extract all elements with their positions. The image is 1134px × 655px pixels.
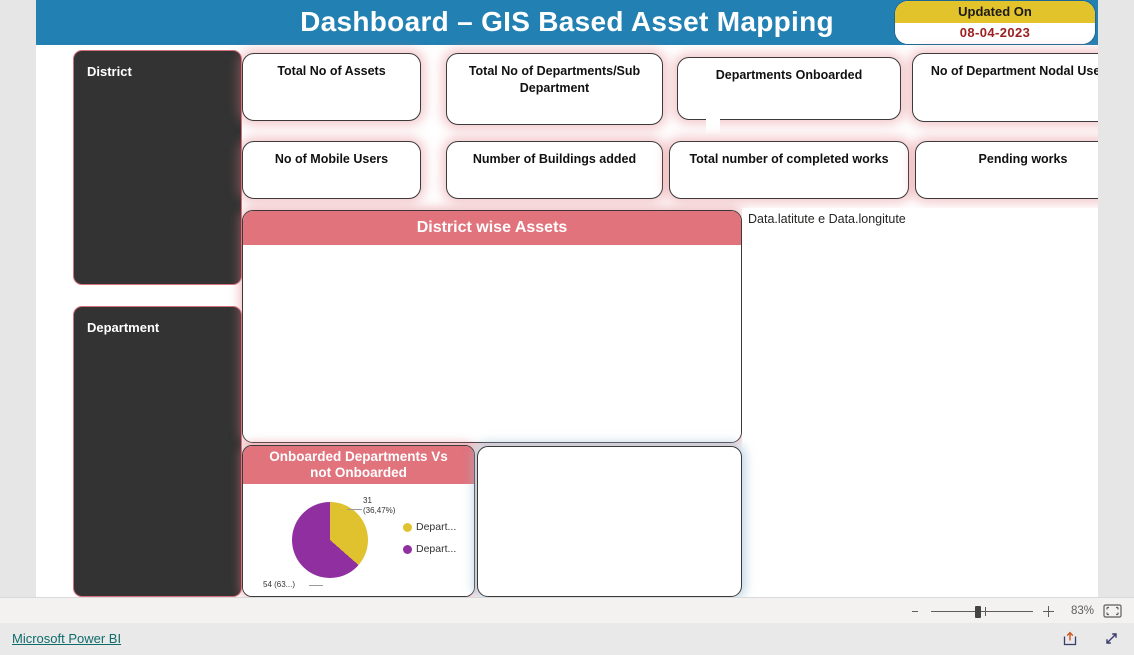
panel-district-wise-assets-body [243, 245, 741, 442]
powerbi-report-viewer: Dashboard – GIS Based Asset Mapping Upda… [0, 0, 1134, 655]
zoom-controls: 83% [909, 598, 1122, 624]
kpi-card-no-of-mobile-users[interactable]: No of Mobile Users [242, 141, 421, 199]
updated-on-label: Updated On [895, 1, 1095, 23]
zoom-out-button[interactable] [909, 605, 922, 618]
kpi-card-total-no-of-departments[interactable]: Total No of Departments/Sub Department [446, 53, 663, 125]
kpi-card-number-of-buildings-added[interactable]: Number of Buildings added [446, 141, 663, 199]
kpi-card-pending-works[interactable]: Pending works [915, 141, 1098, 199]
zoom-slider-tick [985, 606, 987, 616]
map-visual-title: Data.latitute e Data.longitute [748, 212, 906, 226]
panel-pie-title-line2: not Onboarded [310, 465, 407, 480]
pie-leader-line-top [347, 509, 362, 510]
panel-map-visual[interactable]: Data.latitute e Data.longitute [742, 208, 1098, 597]
panel-empty-visual[interactable] [477, 446, 742, 597]
fit-to-page-icon[interactable] [1103, 604, 1122, 618]
kpi-label: Pending works [978, 152, 1068, 166]
card-gap-artifact [706, 116, 720, 133]
slicer-department[interactable]: Department [73, 306, 242, 597]
microsoft-power-bi-link[interactable]: Microsoft Power BI [12, 631, 121, 646]
zoom-in-button[interactable] [1042, 605, 1055, 618]
kpi-card-no-of-department-nodal-users[interactable]: No of Department Nodal Users [912, 53, 1098, 122]
legend-item[interactable]: Depart... [403, 538, 456, 560]
kpi-label: Total No of Assets [277, 64, 386, 78]
zoom-level-value: 83% [1070, 605, 1094, 617]
pie-data-label-onboarded-value: 31 [363, 496, 372, 505]
legend-item-label: Depart... [416, 543, 457, 555]
kpi-card-total-number-of-completed-works[interactable]: Total number of completed works [669, 141, 909, 199]
updated-on-badge: Updated On 08-04-2023 [895, 1, 1095, 44]
report-footer: Microsoft Power BI [0, 623, 1134, 655]
legend-item-label: Depart... [416, 521, 457, 533]
updated-on-date: 08-04-2023 [895, 23, 1095, 44]
kpi-card-departments-onboarded[interactable]: Departments Onboarded [677, 57, 901, 120]
footer-action-icons [1062, 630, 1120, 647]
legend-color-swatch-icon [403, 522, 412, 532]
pie-chart[interactable] [292, 502, 368, 578]
panel-pie-title: Onboarded Departments Vs not Onboarded [243, 446, 474, 484]
panel-district-wise-assets-title: District wise Assets [243, 211, 741, 245]
pie-chart-area: 31 (36,47%) 54 (63...) Depart... Depart.… [243, 484, 474, 596]
kpi-label: No of Mobile Users [274, 152, 389, 166]
pie-data-label-onboarded-percent: (36,47%) [363, 506, 396, 515]
pie-leader-line-bottom [309, 585, 323, 586]
fullscreen-icon[interactable] [1103, 630, 1120, 647]
kpi-label: Departments Onboarded [715, 68, 863, 82]
kpi-card-total-no-of-assets[interactable]: Total No of Assets [242, 53, 421, 121]
slicer-district-title: District [87, 64, 132, 79]
zoom-slider[interactable] [931, 605, 1033, 618]
kpi-label: Number of Buildings added [472, 152, 637, 166]
kpi-label: Total No of Departments/Sub Department [468, 64, 641, 95]
pie-data-label-onboarded: 31 (36,47%) [363, 496, 395, 516]
panel-pie-title-line1: Onboarded Departments Vs [269, 449, 448, 464]
slicer-district[interactable]: District [73, 50, 242, 285]
dashboard-header: Dashboard – GIS Based Asset Mapping Upda… [36, 0, 1098, 45]
pie-data-label-not-onboarded: 54 (63...) [263, 580, 296, 589]
kpi-label: No of Department Nodal Users [930, 64, 1098, 78]
zoom-slider-thumb[interactable] [975, 605, 981, 618]
legend-color-swatch-icon [403, 544, 412, 554]
report-canvas: Dashboard – GIS Based Asset Mapping Upda… [36, 0, 1098, 597]
share-icon[interactable] [1062, 630, 1079, 647]
zoom-status-bar: 83% [0, 597, 1134, 623]
pie-legend: Depart... Depart... [403, 516, 456, 560]
panel-onboarded-vs-not-onboarded[interactable]: Onboarded Departments Vs not Onboarded 3… [242, 445, 475, 597]
slicer-department-title: Department [87, 320, 160, 335]
panel-district-wise-assets[interactable]: District wise Assets [242, 210, 742, 443]
legend-item[interactable]: Depart... [403, 516, 456, 538]
kpi-label: Total number of completed works [689, 152, 889, 166]
